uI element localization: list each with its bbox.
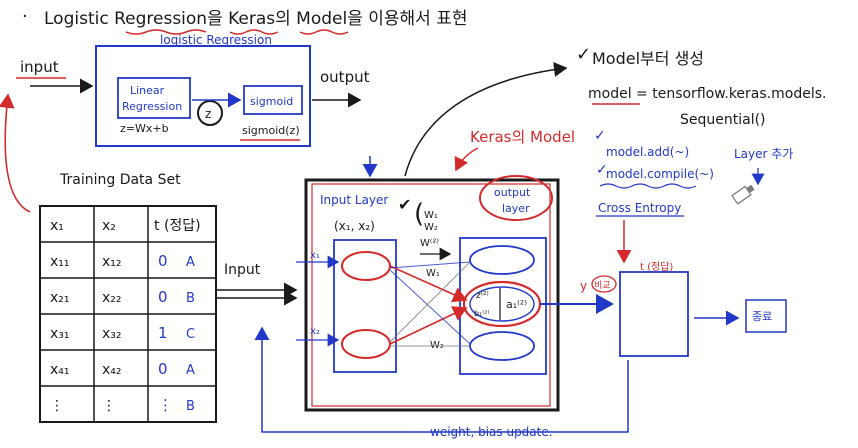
table-cell-label: B — [186, 399, 195, 414]
output-node-bottom — [469, 331, 535, 361]
compile-squiggle — [599, 183, 697, 189]
update-label: weight, bias update. — [430, 425, 553, 439]
table-cell-x1: x₄₁ — [50, 362, 70, 378]
b1-label: b₁⁽²⁾ — [474, 309, 489, 318]
weight-w1: W₁ — [424, 210, 438, 221]
compile-line: model.compile(~) — [606, 167, 714, 181]
code-line-1: model = tensorflow.keras.models. — [588, 86, 826, 102]
model-arrow — [404, 62, 568, 177]
check-mark-4: ✔ — [398, 195, 411, 214]
w1-label: W₁ — [426, 268, 440, 279]
table-cell-x2: x₃₂ — [102, 326, 122, 342]
output-layer-label-1: output — [494, 186, 531, 199]
keras-model-label: Keras의 Model — [470, 128, 575, 146]
model-creation: Model부터 생성 — [592, 49, 704, 68]
sigmoid-label: sigmoid — [250, 95, 293, 108]
usb-doodle — [731, 184, 755, 205]
compare-label: 비교 — [594, 280, 611, 291]
check-mark-2: ✓ — [594, 128, 606, 144]
cross-entropy: Cross Entropy — [598, 201, 681, 215]
title: · Logistic Regression을 Keras의 Model을 이용해… — [22, 6, 468, 35]
sigmoid-formula: sigmoid(z) — [242, 124, 300, 137]
model-notes: ✓ Model부터 생성 model = tensorflow.keras.mo… — [404, 44, 826, 264]
code-line-2: Sequential() — [680, 112, 766, 128]
table-cell-label: C — [186, 327, 195, 342]
table-cell-t: 1 — [158, 324, 168, 342]
output-node-top — [469, 245, 535, 275]
output-layer-label-2: layer — [502, 202, 530, 215]
update-loop — [254, 326, 629, 433]
training-data: Training Data Set x₁ x₂ t (정답)x₁₁ x₁₂ 0 Ax₂₁ x… — [39, 172, 217, 423]
z-formula: z=Wx+b — [120, 122, 169, 135]
training-table: x₁ x₂ t (정답) x₁₁ x₁₂ 0 Ax₂₁ x₂₂ 0 Bx₃₁ x₃₂ 1 Cx₄₁ x₄₂… — [39, 205, 217, 423]
title-text: Logistic Regression을 Keras의 Model을 이용해서 … — [44, 9, 468, 29]
input-arrow-label: Input — [224, 262, 261, 278]
y-label: y — [580, 279, 587, 293]
w-line-2 — [389, 306, 468, 345]
left-red-curve — [0, 93, 31, 213]
input-node-x1-label: x₁ — [310, 250, 320, 261]
a1-label: a₁⁽²⁾ — [506, 298, 527, 311]
logistic-regression-diagram: input logistic Regression Linear Regress… — [16, 33, 370, 147]
weight-w2: W₂ — [424, 222, 438, 233]
output-node-active — [462, 280, 542, 328]
table-cell-t: ⋮ — [158, 396, 173, 414]
table-cell-x1: x₂₁ — [50, 290, 70, 306]
input-node-x2 — [341, 329, 391, 359]
lr-input-label: input — [20, 58, 59, 76]
input-layer-label: Input Layer — [320, 193, 388, 207]
linear-label-2: Regression — [122, 100, 182, 113]
table-cell-t: 0 — [158, 360, 168, 378]
network-area: Input Input Layer (x₁, x₂) ✔ ( W₁ W₂ W⁽²… — [216, 156, 787, 439]
weight-w-l2: W⁽²⁾ — [420, 238, 439, 249]
input-vars: (x₁, x₂) — [334, 219, 375, 233]
table-cell-x1: ⋮ — [50, 398, 64, 414]
table-cell-t: 0 — [158, 288, 168, 306]
table-cell-label: B — [186, 291, 195, 306]
table-cell-t: 0 — [158, 252, 168, 270]
lr-output-label: output — [320, 68, 370, 86]
table-cell-x2: x₂₂ — [102, 290, 122, 306]
table-header-2: t (정답) — [154, 218, 201, 234]
add-line: model.add(~) — [606, 145, 689, 159]
input-node-x1 — [341, 251, 391, 281]
table-cell-x2: ⋮ — [102, 398, 116, 414]
add-note: Layer 추가 — [734, 147, 793, 161]
table-cell-label: A — [186, 363, 195, 378]
lr-box-title: logistic Regression — [160, 33, 272, 47]
title-bullet: · — [22, 6, 28, 27]
target-label: t (정답) — [640, 261, 673, 273]
table-cell-x1: x₁₁ — [50, 254, 70, 270]
target-box — [619, 271, 689, 357]
weights-bracket: ( — [414, 199, 424, 229]
finish-label: 종료 — [752, 310, 772, 323]
table-header-1: x₂ — [102, 218, 116, 234]
w-line-4 — [389, 269, 471, 345]
table-header-0: x₁ — [50, 218, 64, 234]
check-mark-1: ✓ — [576, 44, 591, 65]
title-underline-3 — [299, 29, 349, 35]
table-cell-x2: x₁₂ — [102, 254, 122, 270]
z2-label: z⁽²⁾ — [476, 291, 489, 301]
keras-red-arrow — [454, 147, 479, 172]
table-cell-x1: x₃₁ — [50, 326, 70, 342]
table-cell-x2: x₄₂ — [102, 362, 122, 378]
linear-label-1: Linear — [130, 84, 165, 97]
table-cell-label: A — [186, 255, 195, 270]
whiteboard-canvas: · Logistic Regression을 Keras의 Model을 이용해… — [0, 6, 826, 439]
training-title: Training Data Set — [59, 172, 181, 188]
input-node-x2-label: x₂ — [310, 326, 320, 337]
z-circle-label: z — [205, 107, 211, 121]
